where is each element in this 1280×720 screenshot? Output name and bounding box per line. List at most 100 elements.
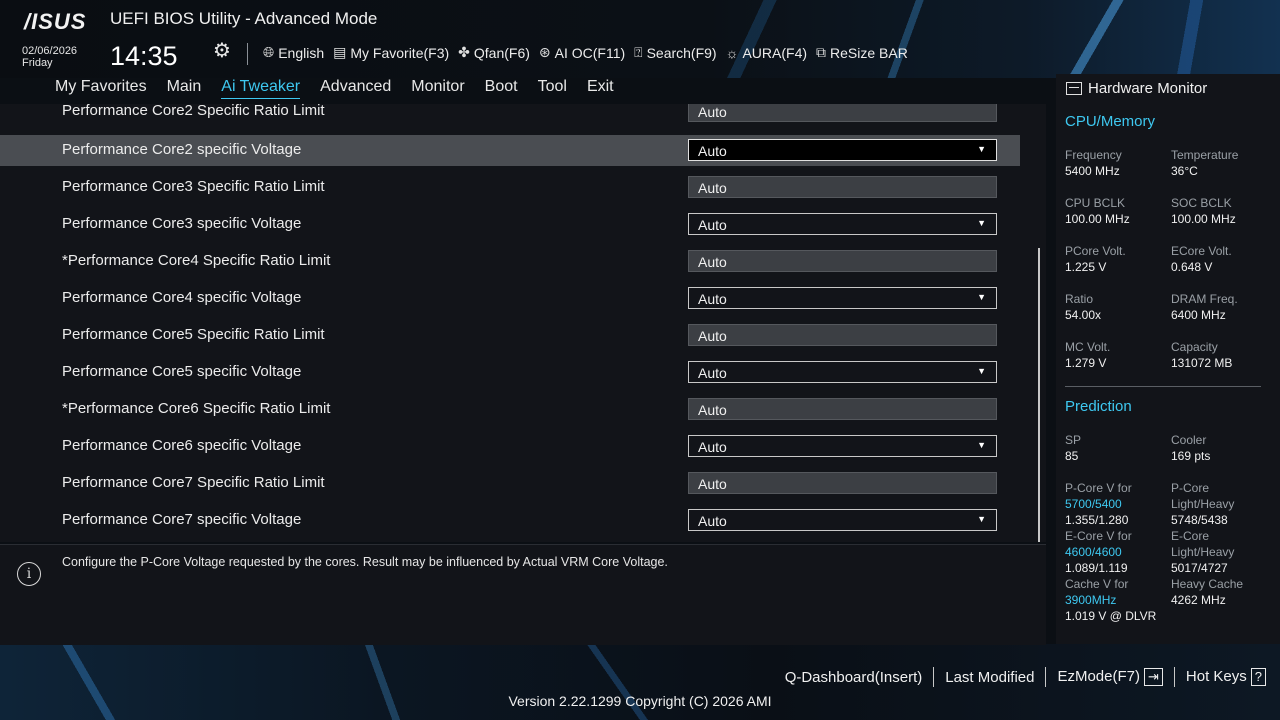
hw-label: P-Core V for <box>1065 481 1132 495</box>
hw-label: ECore Volt. <box>1171 244 1232 258</box>
setting-row-core4-voltage[interactable]: Performance Core4 specific Voltage Auto ▼ <box>0 283 1020 314</box>
header-divider <box>247 43 248 65</box>
tab-exit[interactable]: Exit <box>587 78 614 99</box>
gear-icon[interactable]: ⚙ <box>213 38 231 63</box>
ai-chip-icon: ⊛ <box>538 44 551 60</box>
help-text: Configure the P-Core Voltage requested b… <box>62 555 668 569</box>
hw-value: 1.225 V <box>1065 260 1107 274</box>
resize-bar-button[interactable]: ⧉ ReSize BAR <box>816 44 908 61</box>
my-favorite-label: My Favorite(F3) <box>350 44 450 61</box>
ratio-field[interactable]: Auto <box>688 324 997 346</box>
field-value: Auto <box>698 439 727 455</box>
ratio-field[interactable]: Auto <box>688 472 997 494</box>
setting-label: Performance Core3 specific Voltage <box>62 215 302 232</box>
language-button[interactable]: 🌐︎ English <box>263 44 324 61</box>
setting-label: Performance Core4 specific Voltage <box>62 289 302 306</box>
last-modified-button[interactable]: Last Modified <box>945 669 1034 686</box>
field-value: Auto <box>698 217 727 233</box>
setting-label: *Performance Core4 Specific Ratio Limit <box>62 252 331 269</box>
voltage-dropdown[interactable]: Auto ▼ <box>688 213 997 235</box>
hot-keys-button[interactable]: Hot Keys? <box>1186 668 1266 686</box>
tab-tool[interactable]: Tool <box>538 78 567 99</box>
ratio-field[interactable]: Auto <box>688 104 997 122</box>
setting-row-core3-ratio[interactable]: Performance Core3 Specific Ratio Limit A… <box>0 172 1020 203</box>
ai-oc-button[interactable]: ⊛ AI OC(F11) <box>539 44 625 61</box>
qfan-button[interactable]: ✤ Qfan(F6) <box>458 44 530 61</box>
setting-label: Performance Core5 Specific Ratio Limit <box>62 326 325 343</box>
my-favorite-button[interactable]: ▤ My Favorite(F3) <box>333 44 449 61</box>
hardware-monitor-header: Hardware Monitor <box>1066 80 1207 97</box>
setting-row-core3-voltage[interactable]: Performance Core3 specific Voltage Auto ▼ <box>0 209 1020 240</box>
hw-value: 54.00x <box>1065 308 1102 322</box>
hw-sp: SP 85 <box>1065 432 1081 464</box>
hw-freq: 4600/4600 <box>1065 545 1122 559</box>
tab-my-favorites[interactable]: My Favorites <box>55 78 147 99</box>
setting-row-core6-ratio[interactable]: *Performance Core6 Specific Ratio Limit … <box>0 394 1020 425</box>
hw-value: 5748/5438 <box>1171 513 1228 527</box>
asus-logo: /ISUS <box>24 9 87 34</box>
hw-value: 100.00 MHz <box>1065 212 1130 226</box>
hw-pcore-v-for: P-Core V for 5700/5400 1.355/1.280 <box>1065 480 1132 528</box>
setting-row-core7-ratio[interactable]: Performance Core7 Specific Ratio Limit A… <box>0 468 1020 499</box>
setting-row-core4-ratio[interactable]: *Performance Core4 Specific Ratio Limit … <box>0 246 1020 277</box>
ratio-field[interactable]: Auto <box>688 250 997 272</box>
setting-label: Performance Core7 Specific Ratio Limit <box>62 474 325 491</box>
hw-value: 169 pts <box>1171 449 1211 463</box>
clock[interactable]: 14:35 <box>110 41 178 72</box>
setting-row-core7-voltage[interactable]: Performance Core7 specific Voltage Auto ▼ <box>0 505 1020 536</box>
dropdown-caret-icon: ▼ <box>977 514 986 524</box>
aura-button[interactable]: ☼ AURA(F4) <box>726 44 807 61</box>
hw-label: SP <box>1065 433 1082 447</box>
setting-label: Performance Core2 specific Voltage <box>62 141 302 158</box>
hw-cooler: Cooler 169 pts <box>1171 432 1210 464</box>
hw-label: Frequency <box>1065 148 1122 162</box>
tab-advanced[interactable]: Advanced <box>320 78 391 99</box>
setting-row-core5-voltage[interactable]: Performance Core5 specific Voltage Auto ▼ <box>0 357 1020 388</box>
hw-label: E-Core V for <box>1065 529 1132 543</box>
hw-label: SOC BCLK <box>1171 196 1232 210</box>
voltage-dropdown[interactable]: Auto ▼ <box>688 139 997 161</box>
version-text: Version 2.22.1299 Copyright (C) 2026 AMI <box>508 693 772 709</box>
language-label: English <box>278 44 325 61</box>
hw-value: 1.089/1.119 <box>1065 561 1128 575</box>
hw-label: CPU BCLK <box>1065 196 1126 210</box>
tab-monitor[interactable]: Monitor <box>411 78 464 99</box>
ai-oc-label: AI OC(F11) <box>554 44 626 61</box>
setting-row-core6-voltage[interactable]: Performance Core6 specific Voltage Auto ▼ <box>0 431 1020 462</box>
hw-temperature: Temperature 36°C <box>1171 147 1238 179</box>
field-value: Auto <box>698 254 727 270</box>
hw-label: Capacity <box>1171 340 1218 354</box>
hw-label: DRAM Freq. <box>1171 292 1238 306</box>
ezmode-button[interactable]: EzMode(F7) ⇥ <box>1057 668 1163 686</box>
field-value: Auto <box>698 328 727 344</box>
voltage-dropdown[interactable]: Auto ▼ <box>688 361 997 383</box>
hw-cache-v-for: Cache V for 3900MHz 1.019 V @ DLVR <box>1065 576 1156 624</box>
search-button[interactable]: ⍰ Search(F9) <box>634 44 716 61</box>
tab-boot[interactable]: Boot <box>485 78 518 99</box>
setting-row-core2-voltage[interactable]: Performance Core2 specific Voltage Auto ▼ <box>0 135 1020 166</box>
tab-ai-tweaker[interactable]: Ai Tweaker <box>221 78 301 99</box>
footer-divider <box>933 667 935 687</box>
tab-main[interactable]: Main <box>167 78 202 99</box>
settings-panel: Performance Core2 Specific Ratio Limit A… <box>0 104 1046 542</box>
ratio-field[interactable]: Auto <box>688 398 997 420</box>
hw-cpu-bclk: CPU BCLK 100.00 MHz <box>1065 195 1130 227</box>
hw-value: 131072 MB <box>1171 356 1233 370</box>
footer-divider <box>1173 667 1175 687</box>
setting-row-core2-ratio[interactable]: Performance Core2 Specific Ratio Limit A… <box>0 104 1020 127</box>
voltage-dropdown[interactable]: Auto ▼ <box>688 435 997 457</box>
hw-label: Light/Heavy <box>1171 497 1235 511</box>
hw-ecore-volt: ECore Volt. 0.648 V <box>1171 243 1232 275</box>
voltage-dropdown[interactable]: Auto ▼ <box>688 287 997 309</box>
q-dashboard-button[interactable]: Q-Dashboard(Insert) <box>785 669 923 686</box>
hw-freq: 5700/5400 <box>1065 497 1122 511</box>
setting-row-core5-ratio[interactable]: Performance Core5 Specific Ratio Limit A… <box>0 320 1020 351</box>
setting-label: Performance Core2 Specific Ratio Limit <box>62 104 325 119</box>
voltage-dropdown[interactable]: Auto ▼ <box>688 509 997 531</box>
top-toolbar: 🌐︎ English ▤ My Favorite(F3) ✤ Qfan(F6) … <box>263 44 908 61</box>
cpu-memory-heading: CPU/Memory <box>1065 113 1156 130</box>
ratio-field[interactable]: Auto <box>688 176 997 198</box>
settings-scrollbar[interactable] <box>1038 248 1040 542</box>
setting-label: *Performance Core6 Specific Ratio Limit <box>62 400 331 417</box>
hw-label: Temperature <box>1171 148 1239 162</box>
